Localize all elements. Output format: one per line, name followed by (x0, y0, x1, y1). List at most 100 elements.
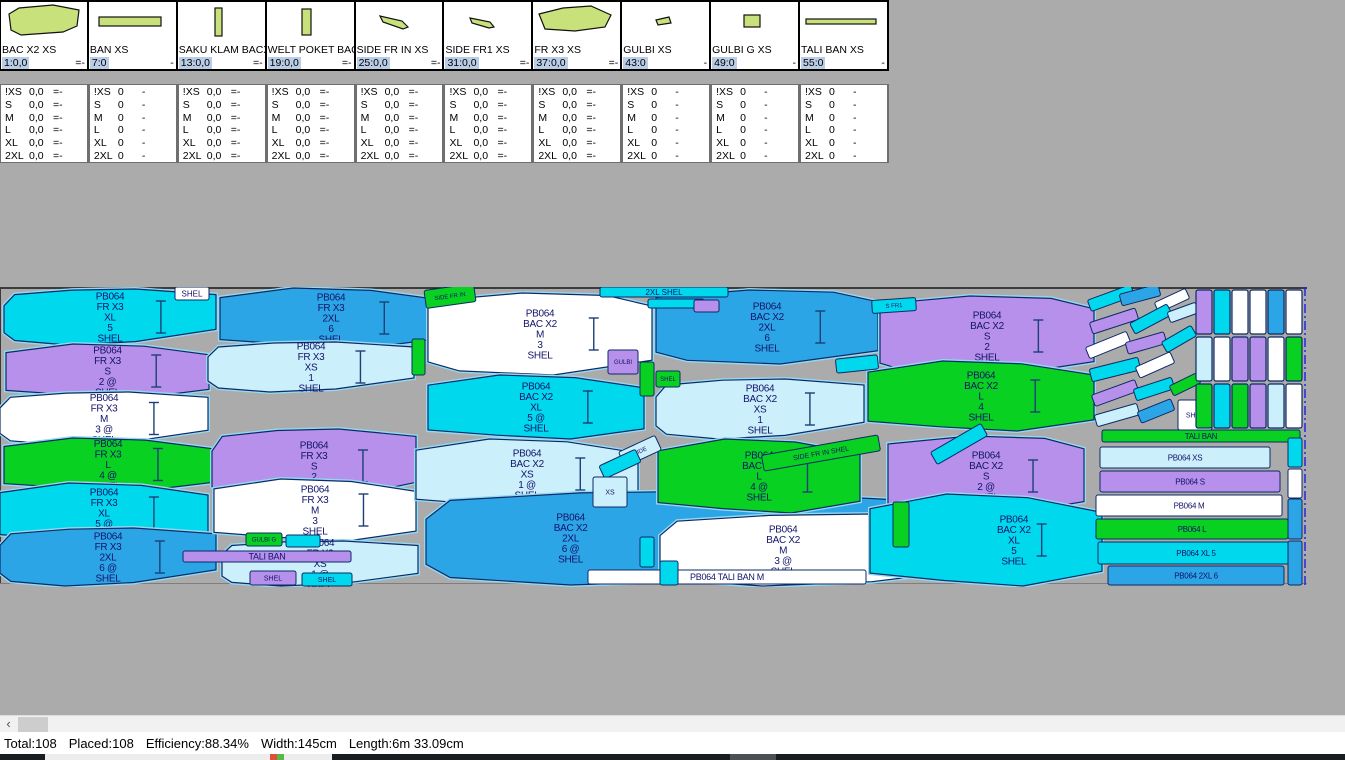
piece-number-suffix: =- (609, 57, 619, 69)
pattern-thumbnail[interactable]: FR X3 XS37:0,0=- (533, 0, 622, 71)
pattern-thumbnail[interactable]: GULBI G XS49:0- (711, 0, 800, 71)
pattern-thumbnail[interactable]: WELT POKET BAC X19:0,0=- (267, 0, 356, 71)
pattern-small-piece[interactable] (1137, 399, 1175, 424)
pattern-small-piece[interactable] (1288, 469, 1302, 498)
pattern-small-piece[interactable] (1089, 308, 1138, 334)
piece-label: GULBI (614, 360, 632, 366)
pattern-thumbnail[interactable]: BAC X2 XS1:0,0=- (0, 0, 89, 71)
pocket-piece[interactable] (1196, 337, 1212, 381)
size-quantity-cell[interactable]: !XS0,0=-S0,0=-M0,0=-L0,0=-XL0,0=-2XL0,0=… (356, 84, 445, 163)
pocket-piece[interactable] (1268, 337, 1284, 381)
pattern-small-piece[interactable] (1288, 438, 1302, 467)
pocket-piece[interactable] (1232, 384, 1248, 428)
size-row: !XS0- (94, 86, 176, 99)
piece-number-suffix: =- (253, 57, 263, 69)
size-row: !XS0,0=- (183, 86, 265, 99)
pocket-piece[interactable] (1250, 337, 1266, 381)
pattern-small-piece[interactable] (412, 339, 425, 375)
pattern-thumbnail[interactable]: BAN XS7:0- (89, 0, 178, 71)
pocket-piece[interactable] (1214, 290, 1230, 334)
pocket-piece[interactable] (1232, 290, 1248, 334)
pattern-thumbnail[interactable]: TALI BAN XS55:0- (800, 0, 889, 71)
pocket-piece[interactable] (1214, 384, 1230, 428)
pocket-piece[interactable] (1250, 384, 1266, 428)
pocket-piece[interactable] (1232, 337, 1248, 381)
size-row: XL0,0=- (361, 137, 443, 150)
pattern-small-piece[interactable] (640, 362, 654, 396)
size-quantity-cell[interactable]: !XS0,0=-S0,0=-M0,0=-L0,0=-XL0,0=-2XL0,0=… (0, 84, 89, 163)
piece-number: 49:0 (712, 57, 736, 69)
pocket-piece[interactable] (1286, 290, 1302, 334)
pocket-piece[interactable] (1196, 290, 1212, 334)
size-row: XL0- (94, 137, 176, 150)
size-quantity-cell[interactable]: !XS0-S0-M0-L0-XL0-2XL0- (89, 84, 178, 163)
front-panel-icon (533, 2, 620, 44)
size-quantity-cell[interactable]: !XS0-S0-M0-L0-XL0-2XL0- (622, 84, 711, 163)
size-quantity-cell[interactable]: !XS0,0=-S0,0=-M0,0=-L0,0=-XL0,0=-2XL0,0=… (178, 84, 267, 163)
piece-number: 13:0,0 (179, 57, 212, 69)
size-row: L0,0=- (361, 124, 443, 137)
size-quantity-cell[interactable]: !XS0,0=-S0,0=-M0,0=-L0,0=-XL0,0=-2XL0,0=… (533, 84, 622, 163)
pattern-small-piece[interactable] (286, 535, 320, 547)
os-taskbar[interactable] (0, 754, 1345, 760)
piece-name-label: GULBI XS (623, 44, 671, 56)
pattern-small-piece[interactable] (640, 537, 654, 567)
pattern-thumbnail[interactable]: SAKU KLAM BACX413:0,0=- (178, 0, 267, 71)
piece-number: 1:0,0 (2, 57, 29, 69)
size-quantity-cell[interactable]: !XS0,0=-S0,0=-M0,0=-L0,0=-XL0,0=-2XL0,0=… (444, 84, 533, 163)
horizontal-scrollbar[interactable]: ‹ (0, 715, 1345, 733)
vertical-bar-icon (178, 2, 265, 44)
size-quantity-cell[interactable]: !XS0-S0-M0-L0-XL0-2XL0- (800, 84, 889, 163)
size-row: XL0- (627, 137, 709, 150)
size-quantity-cell[interactable]: !XS0-S0-M0-L0-XL0-2XL0- (711, 84, 800, 163)
size-row: M0- (94, 112, 176, 125)
piece-number: 31:0,0 (445, 57, 478, 69)
piece-name-label: SIDE FR IN XS (357, 44, 429, 56)
wedge2-icon (444, 2, 531, 44)
pocket-piece[interactable] (1196, 384, 1212, 428)
pattern-small-piece[interactable] (1094, 403, 1140, 427)
piece-number: 37:0,0 (534, 57, 567, 69)
size-row: L0,0=- (449, 124, 531, 137)
pocket-piece[interactable] (1268, 290, 1284, 334)
piece-name-label: WELT POKET BAC X (268, 44, 356, 56)
pattern-small-piece[interactable] (1133, 377, 1175, 401)
pocket-piece[interactable] (1286, 337, 1302, 381)
pattern-small-piece[interactable] (694, 300, 719, 312)
pattern-small-piece[interactable] (1091, 379, 1138, 406)
pattern-small-piece[interactable] (660, 561, 678, 585)
size-row: M0,0=- (272, 112, 354, 125)
pattern-small-piece[interactable] (1125, 332, 1167, 355)
pattern-thumbnail[interactable]: SIDE FR IN XS25:0,0=- (356, 0, 445, 71)
scrollbar-thumb[interactable] (18, 717, 48, 732)
pocket-piece[interactable] (1214, 337, 1230, 381)
size-row: !XS0- (627, 86, 709, 99)
size-row: 2XL0- (716, 150, 798, 163)
piece-name-label: SIDE FR1 XS (445, 44, 509, 56)
size-quantity-cell[interactable]: !XS0,0=-S0,0=-M0,0=-L0,0=-XL0,0=-2XL0,0=… (267, 84, 356, 163)
pocket-piece[interactable] (1250, 290, 1266, 334)
pattern-thumbnail[interactable]: SIDE FR1 XS31:0,0=- (444, 0, 533, 71)
pattern-small-piece[interactable] (1288, 541, 1302, 585)
scroll-left-arrow-icon[interactable]: ‹ (0, 716, 17, 733)
size-row: M0- (716, 112, 798, 125)
pattern-small-piece[interactable] (1135, 352, 1175, 378)
pattern-small-piece[interactable] (1089, 357, 1141, 382)
pattern-small-piece[interactable] (1288, 499, 1302, 539)
piece-number: 25:0,0 (357, 57, 390, 69)
thin-bar-icon (800, 2, 887, 44)
pattern-thumbnail[interactable]: GULBI XS43:0- (622, 0, 711, 71)
taskbar-app-icon[interactable] (270, 754, 284, 760)
pocket-piece[interactable] (1286, 384, 1302, 428)
marker-canvas[interactable]: PB064FR X3XL5SHELPB064FR X32XL6SHELPB064… (0, 287, 1345, 587)
pattern-small-piece[interactable] (893, 502, 909, 547)
size-row: 2XL0,0=- (361, 150, 443, 163)
size-row: XL0- (805, 137, 887, 150)
piece-label: SHEL (318, 577, 336, 584)
pocket-piece[interactable] (1268, 384, 1284, 428)
piece-number: 7:0 (90, 57, 109, 69)
size-row: XL0,0=- (183, 137, 265, 150)
piece-label: TALI BAN (249, 552, 286, 562)
pattern-small-piece[interactable] (1161, 325, 1196, 352)
piece-label: 2XL SHEL (645, 288, 683, 297)
